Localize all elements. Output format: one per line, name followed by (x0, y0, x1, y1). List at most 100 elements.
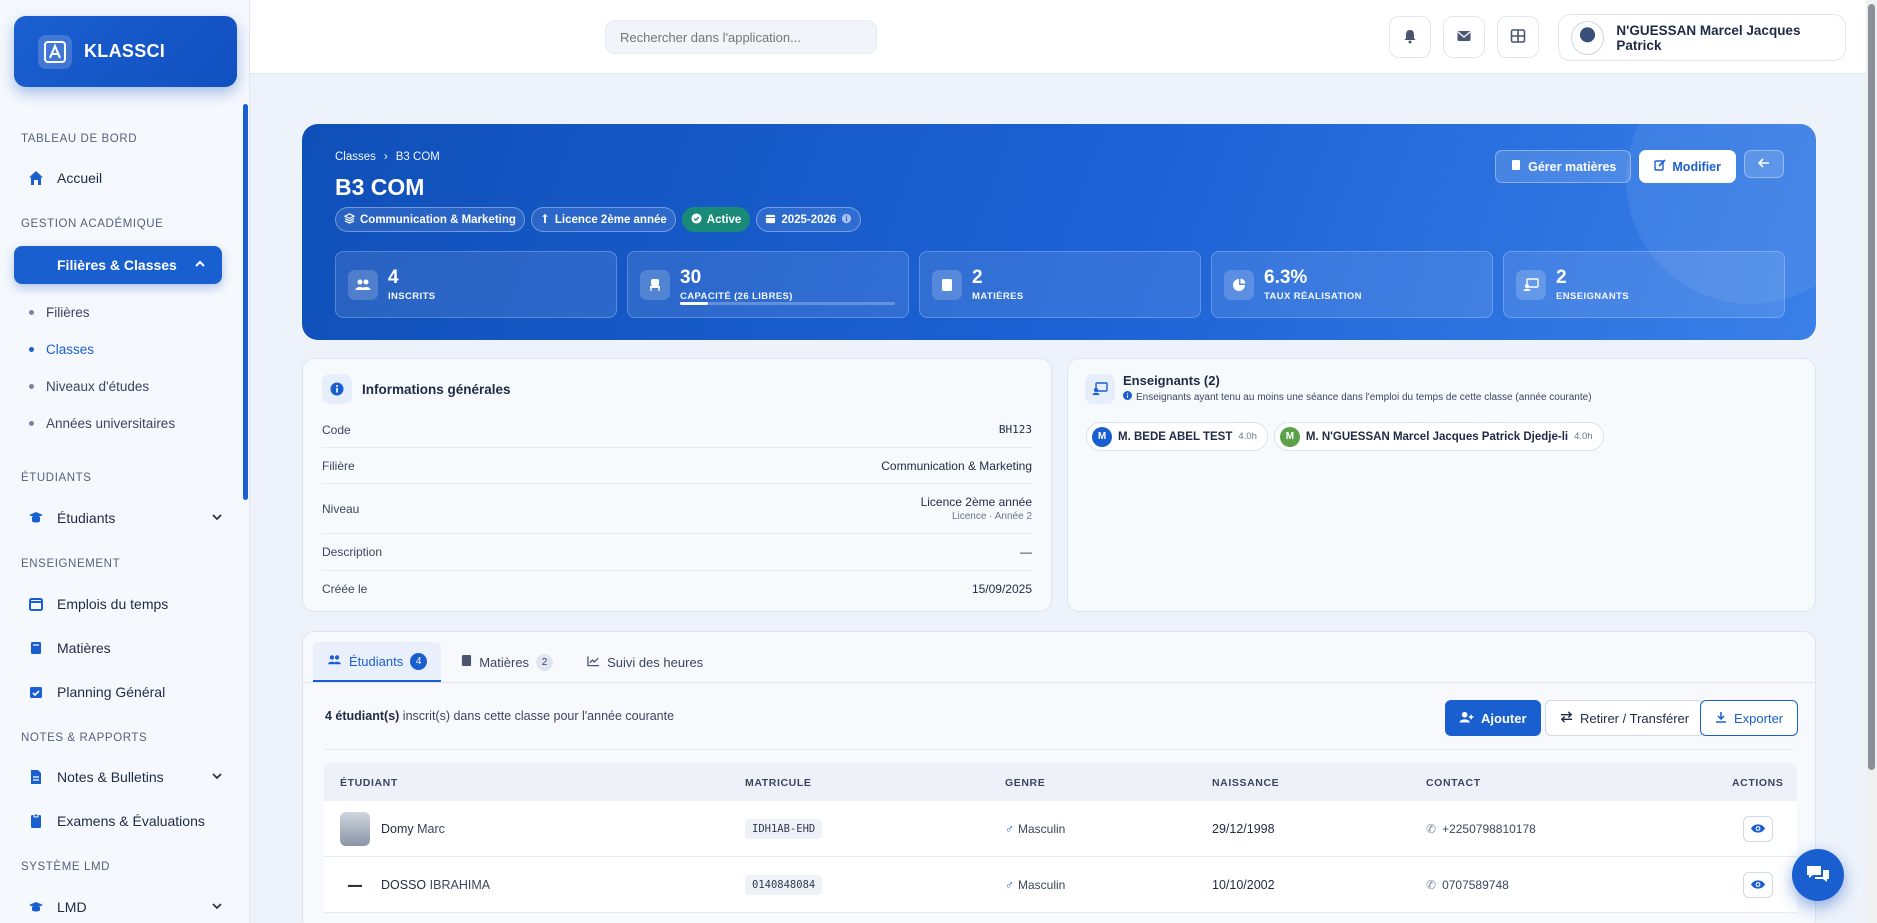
info-row-code: Code BH123 (322, 412, 1032, 448)
phone-icon: ✆ (1426, 878, 1437, 892)
tab-students[interactable]: Étudiants 4 (313, 642, 442, 682)
manage-subjects-button[interactable]: Gérer matières (1495, 150, 1632, 183)
info-circle-icon (1123, 391, 1132, 403)
matricule-cell: IDH1AB-EHD (745, 819, 823, 839)
topbar: N'GUESSAN Marcel Jacques Patrick (250, 0, 1877, 74)
stat-value: 30 (680, 266, 702, 288)
teachers-card: Enseignants (2) Enseignants ayant tenu a… (1067, 358, 1816, 612)
exchange-icon (1560, 710, 1573, 726)
sidebar-item-label: Notes & Bulletins (57, 769, 164, 785)
teacher-hours: 4.0h (1574, 431, 1593, 442)
students-count: 4 étudiant(s) (325, 709, 400, 723)
male-icon: ♂ (1005, 822, 1014, 836)
book-icon (461, 654, 472, 670)
sidebar-item-matieres[interactable]: Matières (27, 633, 223, 663)
teacher-chip[interactable]: M M. BEDE ABEL TEST 4.0h (1086, 422, 1268, 451)
sidebar-item-etudiants[interactable]: Étudiants (27, 503, 223, 533)
chevron-right-icon: › (383, 151, 388, 163)
edit-icon (1654, 159, 1666, 174)
add-student-label: Ajouter (1481, 710, 1527, 726)
birthdate-cell: 29/12/1998 (1212, 822, 1275, 836)
info-key: Créée le (322, 582, 368, 596)
transfer-label: Retirer / Transférer (1580, 710, 1690, 726)
sidebar-scrollbar[interactable] (243, 104, 248, 500)
sidebar-item-emplois[interactable]: Emplois du temps (27, 589, 223, 619)
transfer-button[interactable]: Retirer / Transférer (1545, 700, 1705, 736)
matricule-chip: IDH1AB-EHD (745, 819, 823, 839)
apps-button[interactable] (1497, 16, 1539, 58)
stat-label: CAPACITÉ (26 LIBRES) (680, 290, 793, 302)
student-firstname: Marc (417, 822, 445, 836)
tab-hours-tracking[interactable]: Suivi des heures (573, 642, 717, 682)
stat-label: INSCRITS (388, 290, 436, 302)
book-icon (1510, 159, 1522, 174)
info-key: Niveau (322, 501, 360, 516)
teacher-hours: 4.0h (1238, 431, 1257, 442)
clipboard-icon (27, 812, 45, 830)
stat-inscrits: 4 INSCRITS (335, 251, 617, 318)
students-summary: 4 étudiant(s) inscrit(s) dans cette clas… (325, 709, 674, 723)
sidebar-subitem-annees[interactable]: Années universitaires (29, 416, 175, 431)
page-scrollbar[interactable] (1866, 0, 1877, 923)
book-icon (932, 269, 962, 300)
envelope-icon (1456, 28, 1472, 47)
messages-button[interactable] (1443, 16, 1485, 58)
sidebar-subitem-classes[interactable]: Classes (29, 342, 94, 357)
sidebar-item-filieres-classes[interactable]: Filières & Classes (14, 246, 222, 284)
chat-button[interactable] (1792, 849, 1844, 901)
student-lastname: Domy (381, 822, 414, 836)
bullet-icon (29, 347, 34, 352)
view-student-button[interactable] (1743, 872, 1773, 898)
sidebar-subitem-niveaux[interactable]: Niveaux d'études (29, 379, 149, 394)
add-student-button[interactable]: Ajouter (1445, 700, 1541, 736)
sidebar-item-examens[interactable]: Examens & Évaluations (27, 806, 223, 836)
sidebar-subitem-filieres[interactable]: Filières (29, 305, 90, 320)
sidebar-item-label: Filières & Classes (57, 257, 177, 273)
export-button[interactable]: Exporter (1700, 700, 1799, 736)
bullet-icon (29, 421, 34, 426)
student-firstname: IBRAHIMA (429, 878, 491, 892)
status-badge: Active (681, 207, 751, 232)
view-student-button[interactable] (1743, 816, 1773, 842)
search-input[interactable] (605, 20, 877, 54)
stat-value: 2 (972, 266, 983, 288)
level-up-icon (540, 213, 550, 227)
contact-cell: ✆ +2250798810178 (1426, 822, 1536, 836)
user-menu[interactable]: N'GUESSAN Marcel Jacques Patrick (1558, 14, 1846, 61)
teacher-chip[interactable]: M M. N'GUESSAN Marcel Jacques Patrick Dj… (1273, 422, 1604, 451)
chevron-down-icon (211, 899, 223, 915)
tab-label: Étudiants (349, 653, 404, 669)
info-icon[interactable] (841, 213, 852, 227)
stat-label: MATIÈRES (972, 290, 1024, 302)
contact-value: 0707589748 (1442, 878, 1509, 892)
tab-subjects[interactable]: Matières 2 (447, 642, 567, 682)
info-value: Licence 2ème année (920, 495, 1032, 509)
brand-logo-button[interactable]: KLASSCI (14, 16, 237, 87)
genre-cell: ♂ Masculin (1005, 878, 1065, 892)
chat-icon (1805, 863, 1831, 888)
sidebar-item-label: Examens & Évaluations (57, 813, 205, 829)
notifications-button[interactable] (1389, 16, 1431, 58)
stat-value: 4 (388, 266, 399, 288)
sidebar-item-home[interactable]: Accueil (27, 163, 223, 193)
tab-label: Matières (479, 654, 530, 670)
calendar-icon (765, 213, 776, 227)
edit-label: Modifier (1672, 159, 1721, 174)
sidebar-item-lmd[interactable]: LMD (27, 892, 223, 922)
stat-value: 6.3% (1264, 266, 1308, 288)
edit-button[interactable]: Modifier (1639, 150, 1736, 183)
tab-count-badge: 4 (410, 652, 428, 670)
sidebar-item-notes[interactable]: Notes & Bulletins (27, 762, 223, 792)
section-notes: NOTES & RAPPORTS (21, 732, 148, 744)
sidebar-item-planning[interactable]: Planning Général (27, 677, 223, 707)
pie-chart-icon (1224, 269, 1254, 300)
phone-icon: ✆ (1426, 822, 1437, 836)
info-value: — (1020, 545, 1032, 559)
back-button[interactable] (1744, 150, 1784, 178)
page-scrollbar-thumb[interactable] (1868, 4, 1875, 770)
bullet-icon (29, 310, 34, 315)
teacher-initial: M (1092, 426, 1112, 447)
eye-icon (1750, 878, 1766, 893)
stat-label: TAUX RÉALISATION (1264, 290, 1362, 302)
breadcrumb-classes-link[interactable]: Classes (335, 151, 376, 163)
